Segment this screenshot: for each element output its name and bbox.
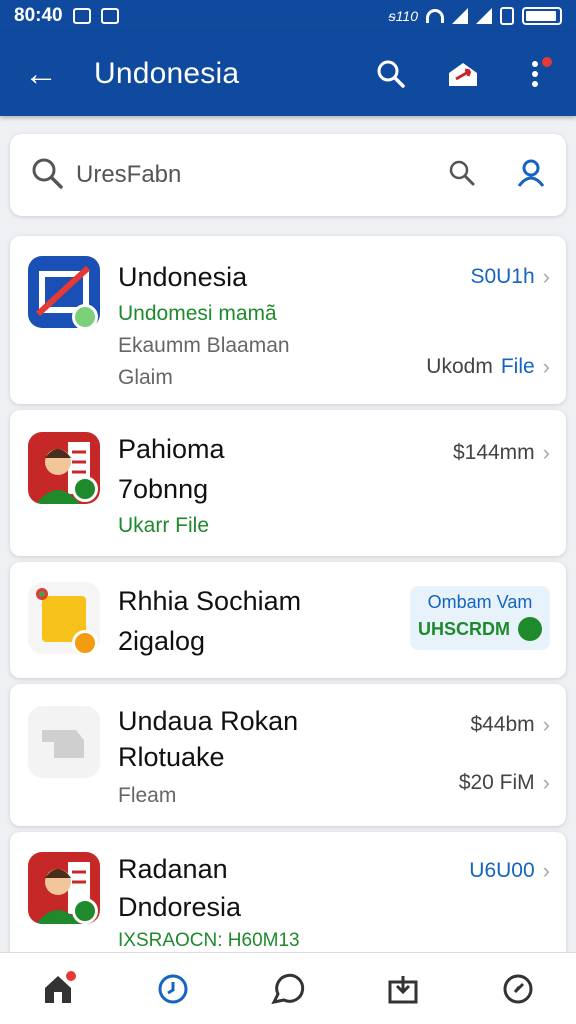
bottom-nav	[0, 952, 576, 1024]
chevron-right-icon: ›	[542, 354, 550, 379]
meta-link[interactable]: $44bm ›	[470, 712, 550, 738]
app-card[interactable]: Pahioma 7obnng Ukarr File $144mm ›	[10, 410, 566, 556]
chevron-right-icon: ›	[542, 770, 550, 795]
app-desc-2: Glaim	[118, 366, 173, 389]
app-desc: IXSRAOCN: H60M13	[118, 930, 300, 951]
chevron-right-icon: ›	[542, 858, 550, 883]
signal-icon	[452, 8, 468, 24]
share-icon[interactable]	[446, 57, 480, 91]
edit-badge-icon	[72, 898, 98, 924]
check-icon	[518, 617, 542, 641]
app-desc: Fleam	[118, 784, 177, 807]
status-time: 80:40	[14, 5, 63, 26]
search-icon[interactable]	[448, 159, 476, 192]
wifi-icon	[426, 9, 444, 23]
status-pill[interactable]: Ombam Vam UHSCRDM	[410, 586, 550, 650]
app-subtitle: 2igalog	[118, 626, 206, 656]
pill-top-text: Ombam Vam	[427, 592, 533, 612]
status-bar: 80:40 ᵴ110	[0, 0, 576, 32]
download-icon[interactable]	[383, 969, 423, 1009]
chevron-right-icon: ›	[542, 440, 550, 465]
app-desc: Ukarr File	[118, 514, 210, 537]
image-notification-icon	[72, 8, 91, 24]
app-subtitle: Dndoresia	[118, 892, 242, 922]
search-bar[interactable]: UresFabn	[10, 134, 566, 216]
more-icon[interactable]	[518, 57, 552, 91]
app-bar: ← Undonesia	[0, 32, 576, 116]
notification-dot	[65, 970, 76, 981]
clock-icon[interactable]	[153, 969, 193, 1009]
notification-dot	[542, 57, 552, 67]
meta-link[interactable]: S0U1h ›	[470, 264, 550, 290]
app-desc: Ekaumm Blaaman	[118, 334, 290, 357]
link-prefix: Ukodm	[426, 355, 493, 378]
page-title: Undonesia	[94, 57, 240, 90]
status-badge	[72, 630, 98, 656]
app-subtitle: Undomesi mamã	[118, 302, 277, 325]
search-icon[interactable]	[374, 57, 408, 91]
app-name: Rhhia Sochiam	[118, 586, 302, 616]
meta-value: $144mm	[452, 441, 535, 464]
user-icon[interactable]	[516, 158, 546, 193]
meta-link-2[interactable]: $20 FiM ›	[459, 770, 550, 796]
app-subtitle: Rlotuake	[118, 742, 225, 772]
signal-icon	[476, 8, 492, 24]
app-name: Radanan	[118, 854, 228, 884]
status-carrier: ᵴ110	[388, 8, 418, 24]
battery-icon	[522, 7, 562, 25]
pill-bottom-text: UHSCRDM	[418, 618, 510, 639]
meta-value: S0U1h	[470, 265, 535, 288]
compass-icon[interactable]	[498, 969, 538, 1009]
home-icon[interactable]	[38, 969, 78, 1009]
file-link[interactable]: Ukodm File ›	[426, 354, 550, 380]
search-input[interactable]: UresFabn	[76, 161, 448, 189]
meta-link[interactable]: U6U00 ›	[469, 858, 550, 884]
search-icon	[30, 156, 64, 195]
app-name: Undaua Rokan	[118, 706, 299, 736]
app-subtitle: 7obnng	[118, 474, 209, 504]
meta-value: U6U00	[469, 859, 535, 882]
app-name: Pahioma	[118, 434, 225, 464]
link-label: File	[500, 355, 535, 378]
app-card[interactable]: Undaua Rokan Rlotuake Fleam $44bm › $20 …	[10, 684, 566, 826]
chevron-right-icon: ›	[542, 712, 550, 737]
app-name: Undonesia	[118, 262, 248, 292]
status-badge	[72, 304, 98, 330]
sim-icon	[500, 7, 514, 25]
chevron-right-icon: ›	[542, 264, 550, 289]
app-card[interactable]: Radanan Dndoresia IXSRAOCN: H60M13 U6U00…	[10, 832, 566, 972]
meta-link[interactable]: $144mm ›	[453, 440, 550, 466]
back-arrow-icon[interactable]: ←	[24, 55, 64, 94]
edit-badge-icon	[72, 476, 98, 502]
app-card[interactable]: Undonesia Undomesi mamã Ekaumm Blaaman G…	[10, 236, 566, 404]
meta-value-2: $20 FiM	[458, 771, 535, 794]
app-card[interactable]: Rhhia Sochiam 2igalog Ombam Vam UHSCRDM	[10, 562, 566, 678]
chat-icon[interactable]	[268, 969, 308, 1009]
meta-value: $44bm	[470, 713, 535, 736]
app-logo-icon	[28, 706, 100, 778]
app-notification-icon	[100, 8, 119, 24]
